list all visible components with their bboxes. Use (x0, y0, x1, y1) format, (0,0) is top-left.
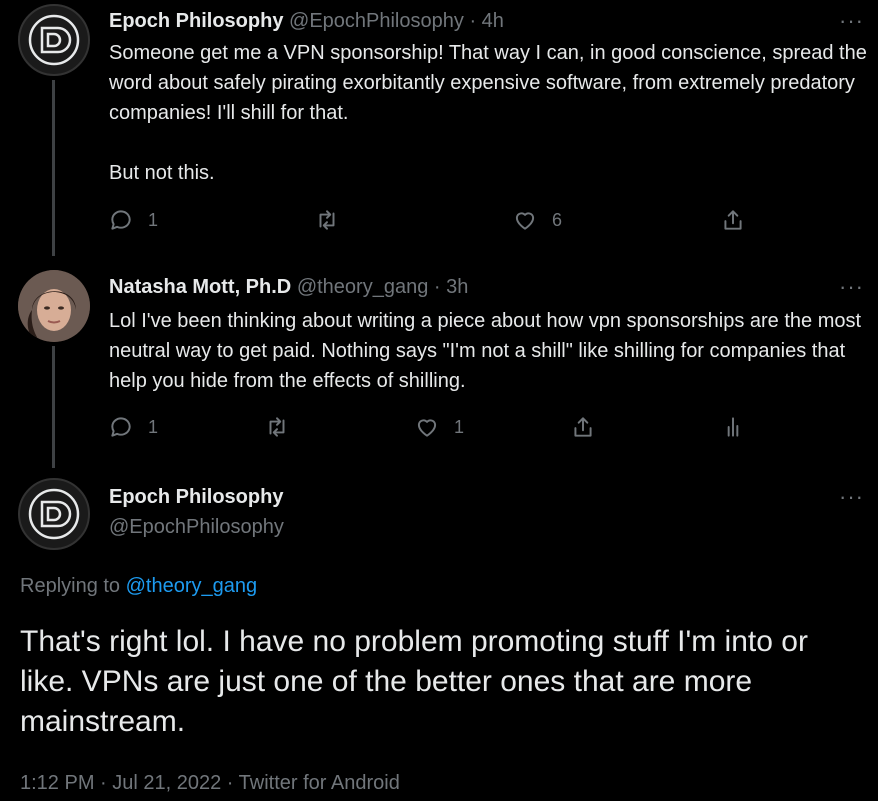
like-button[interactable]: 6 (512, 207, 562, 233)
retweet-button[interactable] (314, 207, 340, 233)
tweet-timestamp[interactable]: 1:12 PM · Jul 21, 2022 · Twitter for And… (20, 772, 400, 795)
display-name[interactable]: Natasha Mott, Ph.D (109, 276, 291, 298)
display-name[interactable]: Epoch Philosophy (109, 10, 283, 32)
tweet-header: Natasha Mott, Ph.D @theory_gang · 3h (109, 276, 468, 299)
user-handle[interactable]: @EpochPhilosophy (109, 516, 284, 539)
main-tweet-text: That's right lol. I have no problem prom… (20, 625, 808, 738)
like-button[interactable]: 1 (414, 414, 464, 440)
tweet-time[interactable]: · 4h (469, 10, 503, 32)
reply-button[interactable]: 1 (108, 207, 158, 233)
avatar[interactable] (18, 478, 90, 550)
avatar[interactable] (18, 270, 90, 342)
share-button[interactable] (720, 207, 746, 233)
like-count: 1 (454, 416, 465, 437)
retweet-icon (269, 417, 285, 437)
epoch-logo-icon (28, 488, 80, 540)
replying-to-handle-link[interactable]: @theory_gang (126, 575, 258, 597)
analytics-button[interactable] (720, 414, 746, 440)
replying-to-label: Replying to (20, 575, 121, 597)
avatar[interactable] (18, 4, 90, 76)
tweet-text: Someone get me a VPN sponsorship! That w… (109, 42, 867, 184)
retweet-icon (319, 210, 335, 230)
thread-line (52, 80, 55, 256)
heart-icon (515, 212, 535, 230)
user-handle[interactable]: @theory_gang (297, 276, 429, 298)
thread-line (52, 346, 55, 468)
user-handle[interactable]: @EpochPhilosophy (289, 10, 464, 32)
display-name[interactable]: Epoch Philosophy (109, 486, 283, 509)
profile-photo (18, 270, 90, 342)
analytics-icon (727, 417, 739, 437)
tweet-text: Lol I've been thinking about writing a p… (109, 310, 862, 392)
tweet-time[interactable]: · 3h (434, 276, 468, 298)
more-options-icon[interactable]: ··· (839, 276, 864, 298)
share-icon (724, 210, 742, 230)
reply-count: 1 (148, 416, 159, 437)
reply-button[interactable]: 1 (108, 414, 158, 440)
share-button[interactable] (570, 414, 596, 440)
retweet-button[interactable] (264, 414, 290, 440)
more-options-icon[interactable]: ··· (839, 10, 864, 32)
more-options-icon[interactable]: ··· (839, 486, 864, 508)
reply-icon (111, 210, 131, 230)
heart-icon (417, 419, 437, 437)
replying-to: Replying to @theory_gang (20, 575, 257, 598)
share-icon (574, 417, 592, 437)
reply-count: 1 (148, 209, 159, 230)
epoch-logo-icon (28, 14, 80, 66)
tweet-header: Epoch Philosophy @EpochPhilosophy · 4h (109, 10, 504, 33)
like-count: 6 (552, 209, 563, 230)
reply-icon (111, 417, 131, 437)
